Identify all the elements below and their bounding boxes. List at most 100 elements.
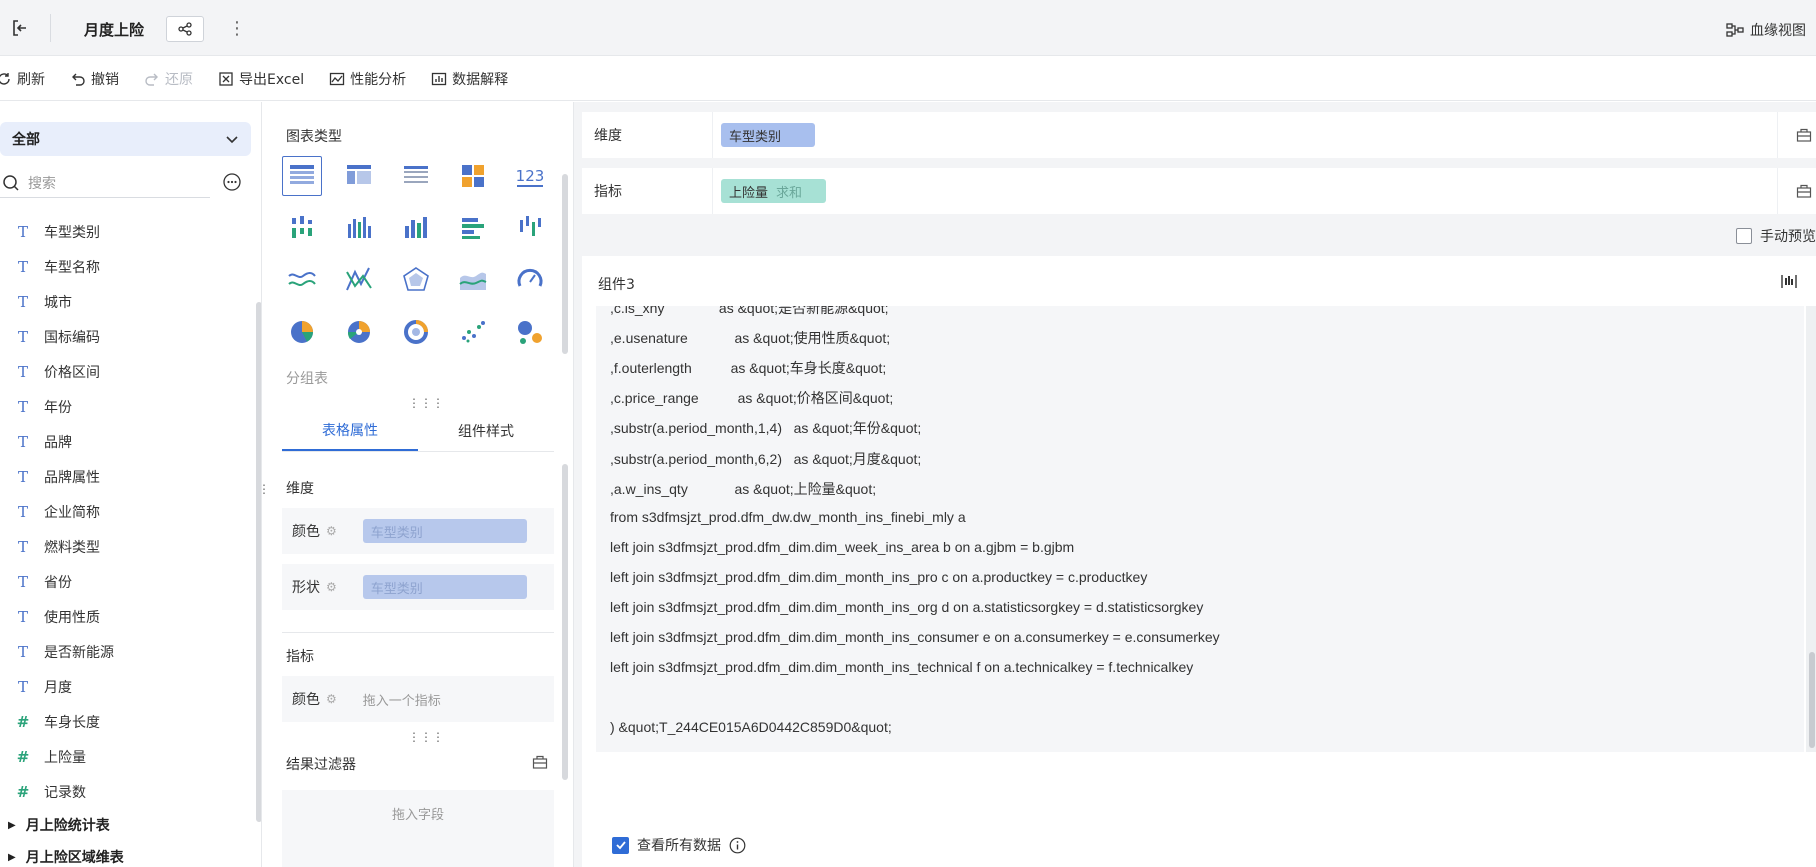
number-chart-icon: 123	[516, 167, 544, 187]
field-item[interactable]: # 上险量	[0, 739, 252, 774]
table-group[interactable]: ▶ 月上险区域维表	[0, 841, 252, 867]
field-item[interactable]: T 燃料类型	[0, 529, 252, 564]
chart-type-gauge-chart[interactable]	[510, 260, 550, 300]
radar-chart-icon	[403, 267, 429, 291]
filter-drop-zone[interactable]: 拖入字段	[282, 790, 554, 867]
chart-type-scatter-line-chart[interactable]	[339, 260, 379, 300]
field-item[interactable]: T 品牌	[0, 424, 252, 459]
detail-table-chart-icon	[404, 166, 428, 183]
tab-table-properties[interactable]: 表格属性	[282, 410, 418, 451]
shape-dimension-pill[interactable]: 车型类别	[362, 575, 527, 599]
chart-type-bubble-chart[interactable]	[510, 312, 550, 352]
field-item[interactable]: T 省份	[0, 564, 252, 599]
performance-analysis-button[interactable]: 性能分析	[329, 69, 406, 89]
metric-drop-placeholder[interactable]: 拖入一个指标	[363, 690, 441, 709]
field-item[interactable]: T 价格区间	[0, 354, 252, 389]
more-options-icon[interactable]	[222, 172, 242, 192]
section-resize-handle[interactable]: ⋮⋮⋮	[408, 730, 444, 744]
chart-type-ring-chart[interactable]	[396, 312, 436, 352]
dimension-pill[interactable]: 车型类别	[721, 123, 816, 147]
dimension-drop-area[interactable]: 车型类别	[712, 112, 1778, 158]
chart-type-multi-pie-chart[interactable]	[339, 312, 379, 352]
field-item[interactable]: T 国标编码	[0, 319, 252, 354]
fields-scrollbar[interactable]	[256, 302, 261, 822]
view-all-data-checkbox[interactable]: 查看所有数据	[612, 835, 746, 855]
chart-type-cross-table-chart[interactable]	[339, 156, 379, 196]
chart-view-icon[interactable]	[1780, 272, 1798, 290]
chart-type-kpi-chart[interactable]	[453, 156, 493, 196]
chart-type-range-bar-chart[interactable]	[510, 208, 550, 248]
lineage-view-button[interactable]: 血缘视图	[1726, 20, 1806, 40]
scope-select[interactable]: 全部	[0, 122, 251, 156]
error-line: from s3dfmsjzt_prod.dfm_dw.dw_month_ins_…	[610, 508, 966, 525]
metric-pill-label: 上险量	[729, 185, 769, 201]
chart-type-table-chart[interactable]	[282, 156, 322, 196]
metric-pill[interactable]: 上险量 求和	[721, 179, 827, 203]
manual-preview-checkbox[interactable]: 手动预览	[1736, 226, 1816, 246]
field-list: T 车型类别 T 车型名称 T 城市 T 国标编码 T 价格区间 T 年份 T 品牌 T 品牌属性 T 企业简称 T…	[0, 214, 252, 867]
more-menu-icon[interactable]: ⋮	[228, 18, 246, 39]
chart-type-area-chart[interactable]	[453, 260, 493, 300]
gear-icon[interactable]: ⚙	[326, 692, 337, 706]
gear-icon[interactable]: ⚙	[326, 580, 337, 594]
undo-button[interactable]: 撤销	[70, 69, 119, 89]
shape-label: 形状	[292, 580, 320, 596]
color-dimension-pill[interactable]: 车型类别	[362, 519, 527, 543]
field-label: 年份	[44, 399, 72, 416]
table-group[interactable]: ▶ 月上险统计表	[0, 809, 252, 841]
chart-type-scrollbar[interactable]	[562, 174, 568, 354]
checkbox-checked-icon[interactable]	[612, 836, 629, 854]
chart-type-grouped-bar-chart[interactable]	[282, 208, 322, 248]
text-field-icon: T	[17, 677, 28, 696]
gear-icon[interactable]: ⚙	[326, 524, 337, 538]
chart-type-scatter-chart[interactable]	[453, 312, 493, 352]
field-item[interactable]: T 年份	[0, 389, 252, 424]
redo-icon	[145, 73, 158, 86]
field-item[interactable]: T 品牌属性	[0, 459, 252, 494]
chart-type-wave-line-chart[interactable]	[282, 260, 322, 300]
exit-icon[interactable]	[10, 18, 30, 38]
data-explain-button[interactable]: 数据解释	[431, 69, 508, 89]
field-item[interactable]: T 是否新能源	[0, 634, 252, 669]
field-search[interactable]: 搜索	[0, 168, 210, 198]
field-item[interactable]: # 车身长度	[0, 704, 252, 739]
field-item[interactable]: T 月度	[0, 669, 252, 704]
field-item[interactable]: T 使用性质	[0, 599, 252, 634]
chart-type-pie-chart[interactable]	[282, 312, 322, 352]
field-label: 价格区间	[44, 364, 100, 381]
top-bar: 月度上险 ⋮ 血缘视图	[0, 0, 1816, 56]
filter-settings-icon[interactable]	[532, 754, 548, 770]
field-item[interactable]: # 记录数	[0, 774, 252, 809]
share-button[interactable]	[166, 16, 204, 42]
properties-scrollbar[interactable]	[562, 464, 568, 780]
dimension-settings-icon[interactable]	[1796, 127, 1812, 143]
chart-type-multi-column-chart[interactable]	[396, 208, 436, 248]
field-item[interactable]: T 城市	[0, 284, 252, 319]
section-resize-handle[interactable]: ⋮⋮⋮	[408, 396, 444, 410]
refresh-button[interactable]: 刷新	[0, 69, 45, 89]
dimension-color-row: 颜色 ⚙ 车型类别	[282, 508, 554, 554]
manual-preview-box[interactable]	[1736, 228, 1752, 244]
field-item[interactable]: T 车型类别	[0, 214, 252, 249]
info-icon[interactable]	[729, 837, 746, 854]
metric-settings-icon[interactable]	[1796, 183, 1812, 199]
error-scrollbar-thumb[interactable]	[1809, 652, 1815, 748]
error-line: left join s3dfmsjzt_prod.dfm_dim.dim_wee…	[610, 538, 1075, 555]
data-explain-icon	[431, 72, 447, 85]
chart-type-bar-chart[interactable]	[453, 208, 493, 248]
chart-type-number-chart[interactable]: 123	[510, 156, 550, 196]
chevron-down-icon	[226, 136, 238, 144]
field-item[interactable]: T 企业简称	[0, 494, 252, 529]
dashboard-title[interactable]: 月度上险	[84, 19, 144, 40]
chart-type-column-chart[interactable]	[339, 208, 379, 248]
field-item[interactable]: T 车型名称	[0, 249, 252, 284]
error-scrollbar[interactable]	[1806, 306, 1816, 752]
metric-drop-area[interactable]: 上险量 求和	[712, 168, 1778, 214]
properties-metric-title: 指标	[286, 649, 314, 665]
chart-type-radar-chart[interactable]	[396, 260, 436, 300]
export-excel-button[interactable]: 导出Excel	[218, 69, 304, 89]
redo-button[interactable]: 还原	[144, 69, 193, 89]
chart-type-detail-table-chart[interactable]	[396, 156, 436, 196]
column-chart-icon	[348, 217, 371, 238]
tab-component-style[interactable]: 组件样式	[418, 410, 554, 451]
